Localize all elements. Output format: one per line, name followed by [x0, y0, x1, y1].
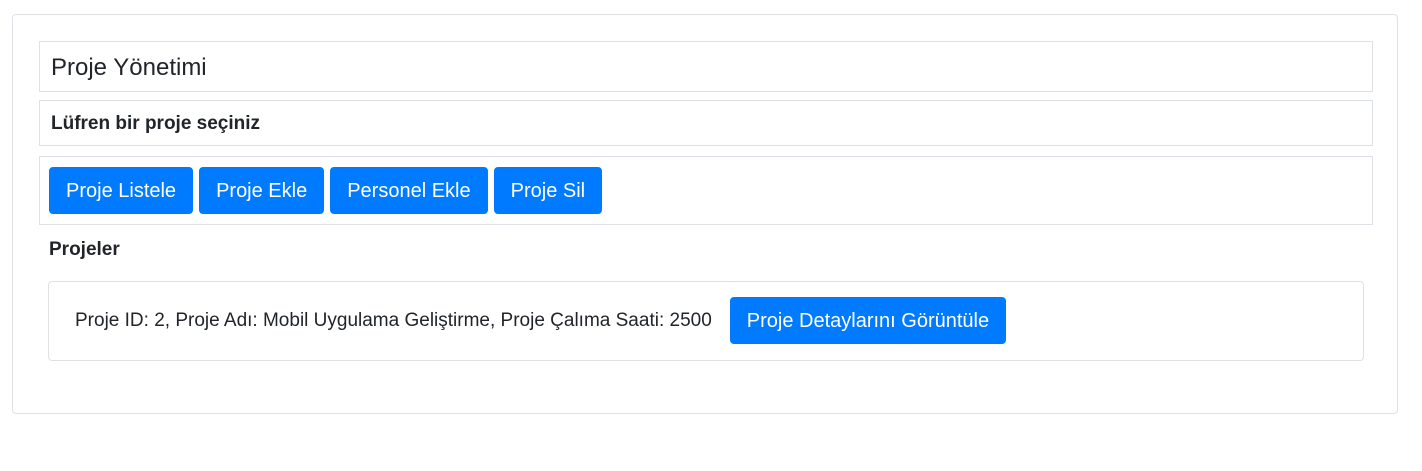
main-card: Proje Yönetimi Lüfren bir proje seçiniz …	[12, 14, 1398, 414]
actions-toolbar: Proje Listele Proje Ekle Personel Ekle P…	[39, 156, 1373, 225]
list-item: Proje ID: 2, Proje Adı: Mobil Uygulama G…	[75, 297, 1007, 344]
view-project-details-button[interactable]: Proje Detaylarını Görüntüle	[729, 297, 1007, 344]
projects-heading: Projeler	[49, 239, 120, 260]
prompt-box: Lüfren bir proje seçiniz	[39, 100, 1373, 146]
list-projects-button[interactable]: Proje Listele	[49, 167, 194, 214]
delete-project-button[interactable]: Proje Sil	[493, 167, 603, 214]
add-personnel-button[interactable]: Personel Ekle	[330, 167, 488, 214]
project-info-text: Proje ID: 2, Proje Adı: Mobil Uygulama G…	[75, 309, 712, 331]
action-button-row: Proje Listele Proje Ekle Personel Ekle P…	[49, 167, 603, 214]
page-title: Proje Yönetimi	[51, 54, 207, 81]
projects-list: Proje ID: 2, Proje Adı: Mobil Uygulama G…	[48, 281, 1364, 361]
add-project-button[interactable]: Proje Ekle	[199, 167, 325, 214]
select-project-prompt: Lüfren bir proje seçiniz	[51, 113, 261, 134]
title-box: Proje Yönetimi	[39, 41, 1373, 92]
